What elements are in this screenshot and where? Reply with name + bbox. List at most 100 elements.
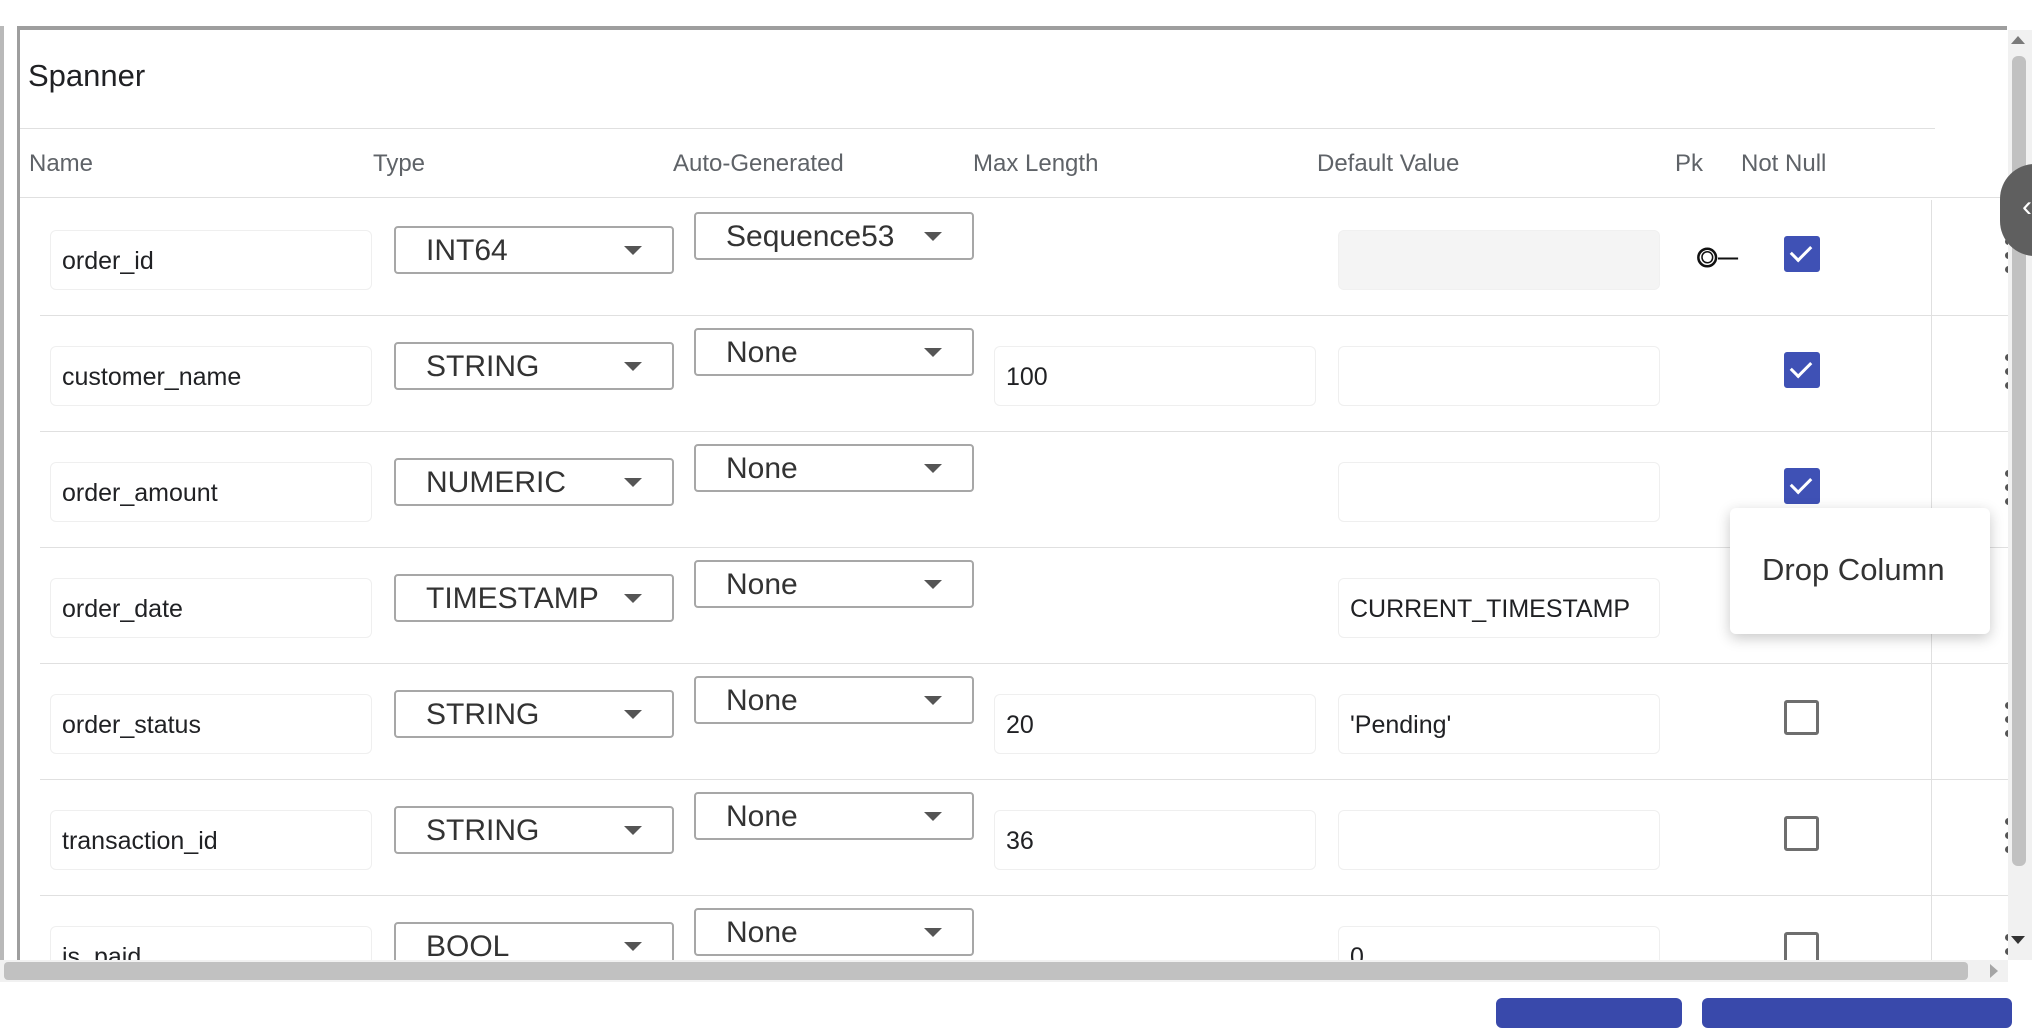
auto-generated-select[interactable]: None [694, 560, 974, 608]
chevron-left-icon: ‹ [2022, 190, 2032, 223]
dropdown-arrow-icon [624, 594, 642, 603]
type-value: INT64 [426, 234, 508, 267]
default-value-value: 0 [1350, 943, 1364, 960]
column-name-value: customer_name [62, 363, 242, 391]
type-value: STRING [426, 814, 540, 847]
auto-generated-value: None [726, 684, 798, 717]
divider [20, 197, 2010, 198]
dropdown-arrow-icon [624, 362, 642, 371]
dropdown-arrow-icon [924, 696, 942, 705]
column-name-value: is_paid [62, 943, 142, 960]
column-name-field[interactable]: is_paid [50, 926, 372, 960]
panel-top-border [17, 26, 2007, 30]
column-header-auto-generated: Auto-Generated [673, 150, 844, 177]
type-select[interactable]: STRING [394, 342, 674, 390]
dropdown-arrow-icon [624, 826, 642, 835]
max-length-value: 36 [1006, 827, 1034, 855]
horizontal-scrollbar-thumb[interactable] [4, 962, 1968, 980]
divider [20, 128, 1935, 129]
max-length-field[interactable]: 100 [994, 346, 1316, 406]
column-header-default-value: Default Value [1317, 150, 1460, 177]
auto-generated-value: None [726, 568, 798, 601]
default-value-field[interactable] [1338, 462, 1660, 522]
default-value-field[interactable]: CURRENT_TIMESTAMP [1338, 578, 1660, 638]
column-header-type: Type [373, 150, 426, 177]
type-select[interactable]: TIMESTAMP [394, 574, 674, 622]
dropdown-arrow-icon [924, 928, 942, 937]
more-vert-icon[interactable] [1982, 926, 2010, 960]
type-value: TIMESTAMP [426, 582, 599, 615]
column-header-not-null: Not Null [1741, 150, 1827, 177]
scroll-down-arrow-icon[interactable] [2011, 936, 2025, 944]
dropdown-arrow-icon [924, 580, 942, 589]
table-editor-panel: Spanner Name Type Auto-Generated Max Len… [0, 0, 2032, 1028]
auto-generated-select[interactable]: Sequence53 [694, 212, 974, 260]
dropdown-arrow-icon [924, 464, 942, 473]
not-null-checkbox[interactable] [1784, 700, 1819, 735]
column-name-field[interactable]: order_status [50, 694, 372, 754]
default-value-field[interactable]: 0 [1338, 926, 1660, 960]
column-name-value: order_id [62, 247, 154, 275]
not-null-checkbox[interactable] [1784, 236, 1820, 272]
not-null-checkbox[interactable] [1784, 468, 1820, 504]
column-name-value: order_status [62, 711, 201, 739]
primary-action-button[interactable] [1702, 998, 2012, 1028]
column-header-max-length: Max Length [973, 150, 1099, 177]
auto-generated-select[interactable]: None [694, 676, 974, 724]
default-value-field[interactable] [1338, 346, 1660, 406]
auto-generated-select[interactable]: None [694, 444, 974, 492]
default-value-field[interactable]: 'Pending' [1338, 694, 1660, 754]
type-select[interactable]: NUMERIC [394, 458, 674, 506]
not-null-checkbox[interactable] [1784, 816, 1819, 851]
type-select[interactable]: STRING [394, 806, 674, 854]
key-icon: ⭗─ [1696, 242, 1739, 273]
type-select[interactable]: BOOL [394, 922, 674, 960]
default-value-value: CURRENT_TIMESTAMP [1350, 595, 1631, 623]
type-value: NUMERIC [426, 466, 566, 499]
max-length-field[interactable]: 36 [994, 810, 1316, 870]
dropdown-arrow-icon [924, 348, 942, 357]
table-row: is_paid BOOL None 0 ⭗─ [40, 896, 2010, 960]
dropdown-arrow-icon [624, 246, 642, 255]
dropdown-arrow-icon [624, 710, 642, 719]
table-row: order_amount NUMERIC None ⭗─ [40, 432, 2010, 548]
max-length-value: 20 [1006, 711, 1034, 739]
auto-generated-value: Sequence53 [726, 220, 895, 253]
column-name-field[interactable]: order_date [50, 578, 372, 638]
auto-generated-select[interactable]: None [694, 328, 974, 376]
default-value-field[interactable] [1338, 810, 1660, 870]
column-name-value: order_date [62, 595, 183, 623]
panel-title: Spanner [28, 58, 146, 93]
dropdown-arrow-icon [924, 232, 942, 241]
not-null-checkbox[interactable] [1784, 352, 1820, 388]
columns-table: order_id INT64 Sequence53 ⭗─ customer_na… [20, 200, 2010, 960]
max-length-field[interactable]: 20 [994, 694, 1316, 754]
table-row: order_status STRING None 20 'Pending' ⭗─ [40, 664, 2010, 780]
scroll-right-arrow-icon[interactable] [1990, 964, 1998, 978]
more-vert-icon[interactable] [1982, 694, 2010, 744]
scroll-up-arrow-icon[interactable] [2011, 36, 2025, 44]
column-header-pk: Pk [1675, 150, 1704, 177]
column-name-field[interactable]: order_id [50, 230, 372, 290]
auto-generated-value: None [726, 452, 798, 485]
auto-generated-select[interactable]: None [694, 908, 974, 956]
column-name-field[interactable]: order_amount [50, 462, 372, 522]
more-vert-icon[interactable] [1982, 462, 2010, 512]
secondary-action-button[interactable] [1496, 998, 1682, 1028]
type-select[interactable]: STRING [394, 690, 674, 738]
not-null-checkbox[interactable] [1784, 932, 1819, 960]
column-name-field[interactable]: transaction_id [50, 810, 372, 870]
more-vert-icon[interactable] [1982, 346, 2010, 396]
dropdown-arrow-icon [624, 478, 642, 487]
table-row: transaction_id STRING None 36 ⭗─ [40, 780, 2010, 896]
default-value-field[interactable] [1338, 230, 1660, 290]
drop-column-menu-item[interactable]: Drop Column [1762, 552, 1945, 588]
auto-generated-select[interactable]: None [694, 792, 974, 840]
table-row: order_date TIMESTAMP None CURRENT_TIMEST… [40, 548, 2010, 664]
dropdown-arrow-icon [924, 812, 942, 821]
type-select[interactable]: INT64 [394, 226, 674, 274]
window-edge [0, 26, 4, 961]
more-vert-icon[interactable] [1982, 810, 2010, 860]
column-name-field[interactable]: customer_name [50, 346, 372, 406]
max-length-value: 100 [1006, 363, 1048, 391]
